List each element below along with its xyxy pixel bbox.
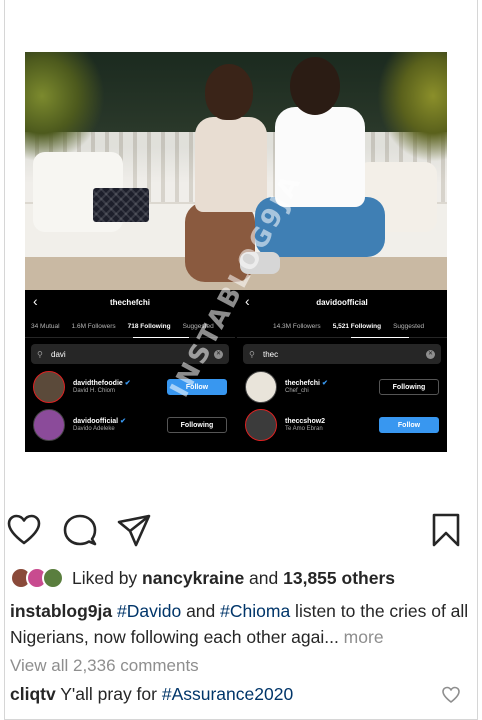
avatar — [245, 409, 277, 441]
post-image[interactable]: ‹ thechefchi 34 Mutual 1.6M Followers 71… — [25, 52, 447, 452]
likes-middle: and — [244, 567, 284, 588]
verified-icon: ✔ — [120, 417, 126, 425]
search-field: ⚲ thec ✕ — [243, 344, 441, 364]
tab-following: 5,521 Following — [332, 323, 382, 330]
screen-username: thechefchi — [109, 298, 150, 307]
more-link[interactable]: more — [339, 627, 384, 647]
heart-icon — [7, 514, 41, 545]
likes-text: Liked by nancykraine and 13,855 others — [72, 568, 395, 589]
likes-summary[interactable]: Liked by nancykraine and 13,855 others — [10, 565, 395, 591]
user-handle: theccshow2 — [285, 417, 326, 425]
comment-icon — [63, 514, 97, 546]
follow-tabs: 14.3M Followers 5,521 Following Suggeste… — [237, 316, 447, 338]
likes-count[interactable]: 13,855 others — [283, 568, 395, 588]
liker-avatar — [42, 567, 64, 589]
list-item: davidoofficial ✔ Davido Adeleke Followin… — [25, 406, 235, 444]
like-button[interactable] — [6, 512, 42, 548]
post-actions — [0, 512, 482, 552]
list-item: theccshow2 Te Amo Ebran Follow — [237, 406, 447, 444]
user-full-name: Te Amo Ebran — [285, 425, 323, 432]
paper-plane-icon — [117, 514, 151, 547]
tab-followers: 1.6M Followers — [71, 323, 116, 330]
tab-followers: 14.3M Followers — [273, 323, 321, 330]
caption-text: and — [181, 601, 221, 621]
search-value: thec — [263, 349, 279, 359]
comment-button[interactable] — [62, 512, 98, 548]
hashtag-link[interactable]: #Davido — [117, 601, 181, 621]
view-all-comments-link[interactable]: View all 2,336 comments — [10, 656, 199, 676]
save-button[interactable] — [428, 512, 464, 548]
list-item: thechefchi ✔ Chef_chi Following — [237, 368, 447, 406]
heart-icon — [442, 686, 460, 703]
search-icon: ⚲ — [249, 349, 255, 359]
user-full-name: David H. Chiom — [73, 387, 116, 394]
user-full-name: Davido Adeleke — [73, 425, 115, 432]
clear-icon: ✕ — [426, 349, 435, 359]
comment-text: Y'all pray for — [55, 684, 162, 704]
likes-prefix: Liked by — [72, 567, 143, 588]
avatar — [245, 371, 277, 403]
screen-username: davidoofficial — [316, 298, 368, 307]
verified-icon: ✔ — [124, 379, 131, 387]
bookmark-icon — [432, 513, 460, 547]
user-handle: davidthefoodie — [73, 379, 123, 387]
handbag — [93, 188, 149, 222]
avatar — [33, 409, 65, 441]
tab-suggested: Suggested — [393, 323, 425, 330]
user-full-name: Chef_chi — [285, 387, 309, 394]
avatar — [33, 371, 65, 403]
user-handle: davidoofficial — [73, 417, 119, 425]
user-handle: thechefchi — [285, 379, 321, 387]
hashtag-link[interactable]: #Chioma — [220, 601, 290, 621]
share-button[interactable] — [116, 512, 152, 548]
caption-author[interactable]: instablog9ja — [10, 601, 112, 621]
man-figure — [240, 57, 390, 287]
verified-icon: ✔ — [321, 379, 328, 387]
comment-item: cliqtv Y'all pray for #Assurance2020 — [10, 684, 293, 705]
following-button: Following — [379, 379, 439, 395]
hashtag-link[interactable]: #Assurance2020 — [162, 684, 293, 704]
comment-like-button[interactable] — [441, 685, 461, 705]
tab-mutual: 34 Mutual — [31, 323, 60, 330]
comment-author[interactable]: cliqtv — [10, 684, 56, 704]
follow-button: Follow — [379, 417, 439, 433]
liker-username[interactable]: nancykraine — [142, 568, 244, 588]
post-caption: instablog9ja #Davido and #Chioma listen … — [10, 598, 470, 650]
tab-following: 718 Following — [127, 323, 171, 330]
search-icon: ⚲ — [37, 349, 43, 359]
right-following-screen: ‹ davidoofficial 14.3M Followers 5,521 F… — [237, 290, 447, 452]
following-button: Following — [167, 417, 227, 433]
